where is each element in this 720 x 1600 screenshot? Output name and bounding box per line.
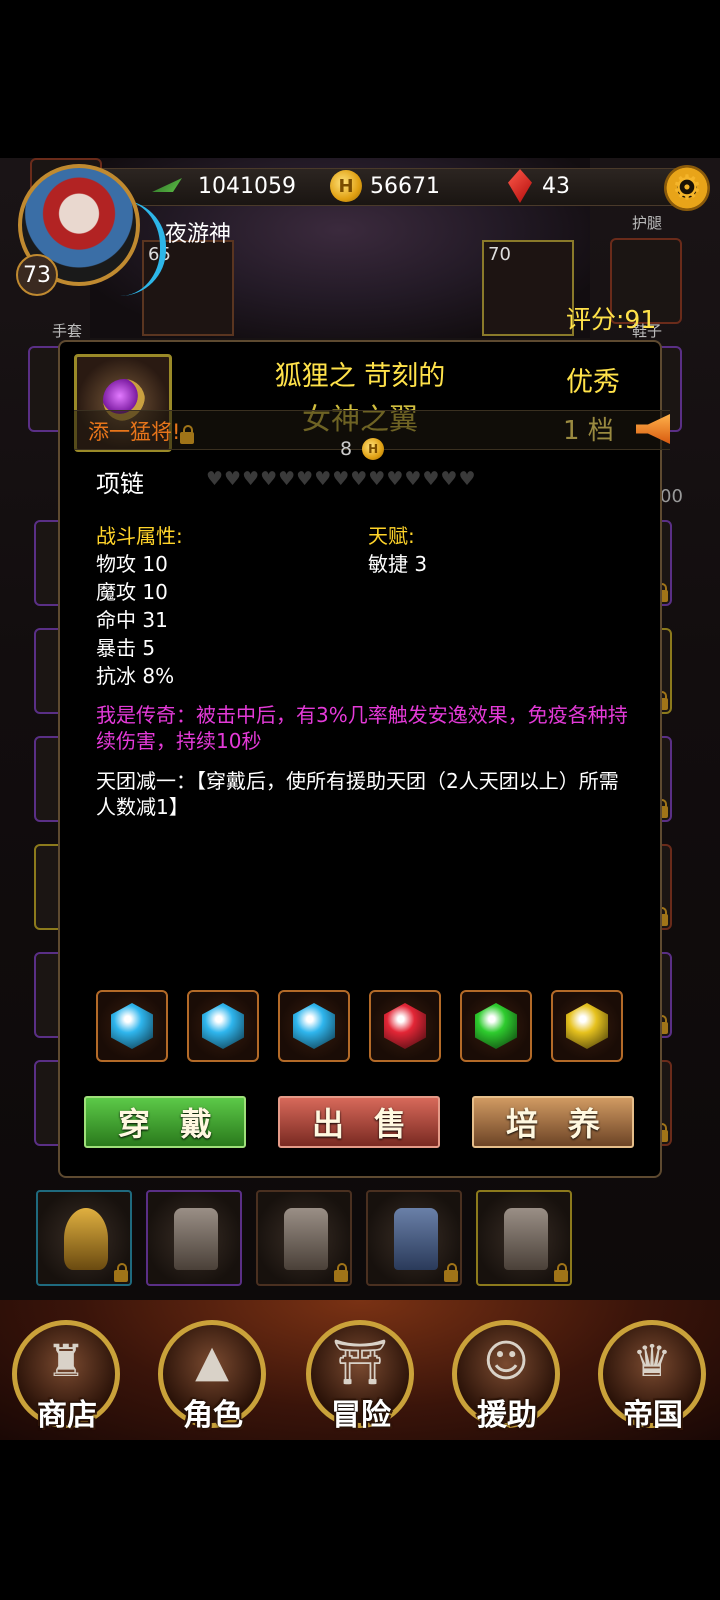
robe-icon — [394, 1208, 438, 1270]
lock-icon — [554, 1263, 568, 1282]
nav-empire[interactable]: ♛ 帝国 — [598, 1320, 708, 1433]
item-price: 8 H — [340, 438, 385, 460]
item-quality: 优秀 — [566, 367, 620, 398]
equip-button[interactable]: 穿戴 — [84, 1096, 246, 1148]
gem-value: 43 — [542, 173, 570, 199]
player-name: 夜游神 — [165, 222, 232, 247]
yellow-gem-icon — [566, 1003, 608, 1049]
item-tier: 1 档 — [563, 416, 614, 446]
nav-support[interactable]: ☺ 援助 — [452, 1320, 562, 1433]
hero-level: 70 — [488, 244, 511, 265]
item-type: 项链 — [96, 470, 144, 498]
combat-stats-header: 战斗属性: — [96, 524, 183, 548]
legendary-effect: 我是传奇：被击中后，有3%几率触发安逸效果，免疫各种持续伤害，持续10秒 — [96, 703, 628, 753]
armor-icon — [174, 1208, 218, 1270]
train-button[interactable]: 培养 — [472, 1096, 634, 1148]
power-value: 1041059 — [198, 173, 296, 199]
crown-glyph: ♛ — [632, 1336, 672, 1387]
combat-stat: 命中 31 — [96, 608, 168, 632]
hero-card[interactable]: 70 — [482, 240, 574, 336]
gem-socket[interactable] — [369, 990, 441, 1062]
lock-icon — [334, 1263, 348, 1282]
red-gem-icon — [384, 1003, 426, 1049]
nav-shop[interactable]: ♜ 商店 — [12, 1320, 122, 1433]
nav-character[interactable]: ▲ 角色 — [158, 1320, 268, 1433]
power-stat: 1041059 — [150, 168, 296, 204]
armor-icon — [504, 1208, 548, 1270]
gold-value: 56671 — [370, 173, 440, 199]
helmet-icon — [64, 1208, 108, 1270]
bag-item[interactable] — [36, 1190, 132, 1286]
talent-stat: 敏捷 3 — [368, 552, 428, 576]
combat-stat: 物攻 10 — [96, 552, 168, 576]
bag-item[interactable] — [366, 1190, 462, 1286]
gem-socket[interactable] — [460, 990, 532, 1062]
lock-icon — [114, 1263, 128, 1282]
coin-icon: H — [362, 438, 385, 460]
red-gem-icon — [508, 169, 532, 203]
portrait-glyph: ☺ — [483, 1336, 529, 1387]
coin-icon: H — [330, 170, 362, 202]
sell-button[interactable]: 出售 — [278, 1096, 440, 1148]
nav-label: 援助 — [477, 1398, 537, 1433]
combat-stat: 抗冰 8% — [96, 664, 175, 688]
lock-icon — [180, 425, 194, 444]
lock-icon — [444, 1263, 458, 1282]
combat-stat: 魔攻 10 — [96, 580, 168, 604]
bag-item[interactable] — [256, 1190, 352, 1286]
gold-stat: H 56671 — [330, 168, 440, 204]
armor-icon — [284, 1208, 328, 1270]
green-gem-icon — [475, 1003, 517, 1049]
player-level: 73 — [16, 254, 58, 296]
banner-text: 添一猛将! — [88, 420, 181, 444]
combat-stat: 暴击 5 — [96, 636, 156, 660]
set-effect: 天团减一：【穿戴后，使所有援助天团（2人天团以上）所需人数减1】 — [96, 769, 619, 819]
blue-gem-icon — [111, 1003, 153, 1049]
bag-item[interactable] — [146, 1190, 242, 1286]
talent-header: 天赋: — [368, 524, 415, 548]
nav-adventure[interactable]: ⛩ 冒险 — [306, 1320, 416, 1433]
nav-label: 帝国 — [623, 1398, 683, 1433]
blue-gem-icon — [293, 1003, 335, 1049]
castle-glyph: ♜ — [46, 1336, 86, 1387]
slot-count-fragment: 00 — [660, 486, 683, 507]
nav-label: 冒险 — [331, 1398, 391, 1433]
price-value: 8 — [340, 438, 353, 460]
hood-glyph: ▲ — [195, 1336, 229, 1387]
gem-stat: 43 — [508, 168, 570, 204]
bag-item[interactable] — [476, 1190, 572, 1286]
leggings-label: 护腿 — [632, 214, 663, 232]
wing-icon — [150, 172, 184, 200]
nav-label: 商店 — [37, 1398, 97, 1433]
blue-gem-icon — [202, 1003, 244, 1049]
gate-glyph: ⛩ — [332, 1337, 388, 1388]
gloves-label: 手套 — [52, 322, 83, 340]
gear-icon[interactable]: ⚙ — [664, 165, 710, 211]
score-label: 评分:91 — [566, 305, 657, 334]
gem-socket[interactable] — [96, 990, 168, 1062]
gem-socket[interactable] — [187, 990, 259, 1062]
gem-socket[interactable] — [278, 990, 350, 1062]
gem-socket[interactable] — [551, 990, 623, 1062]
nav-label: 角色 — [183, 1398, 243, 1433]
heart-rating-icons: ♥♥♥♥♥♥♥♥♥♥♥♥♥♥♥ — [206, 468, 477, 490]
item-title-prefix: 狐狸之 苛刻的 — [274, 361, 446, 392]
